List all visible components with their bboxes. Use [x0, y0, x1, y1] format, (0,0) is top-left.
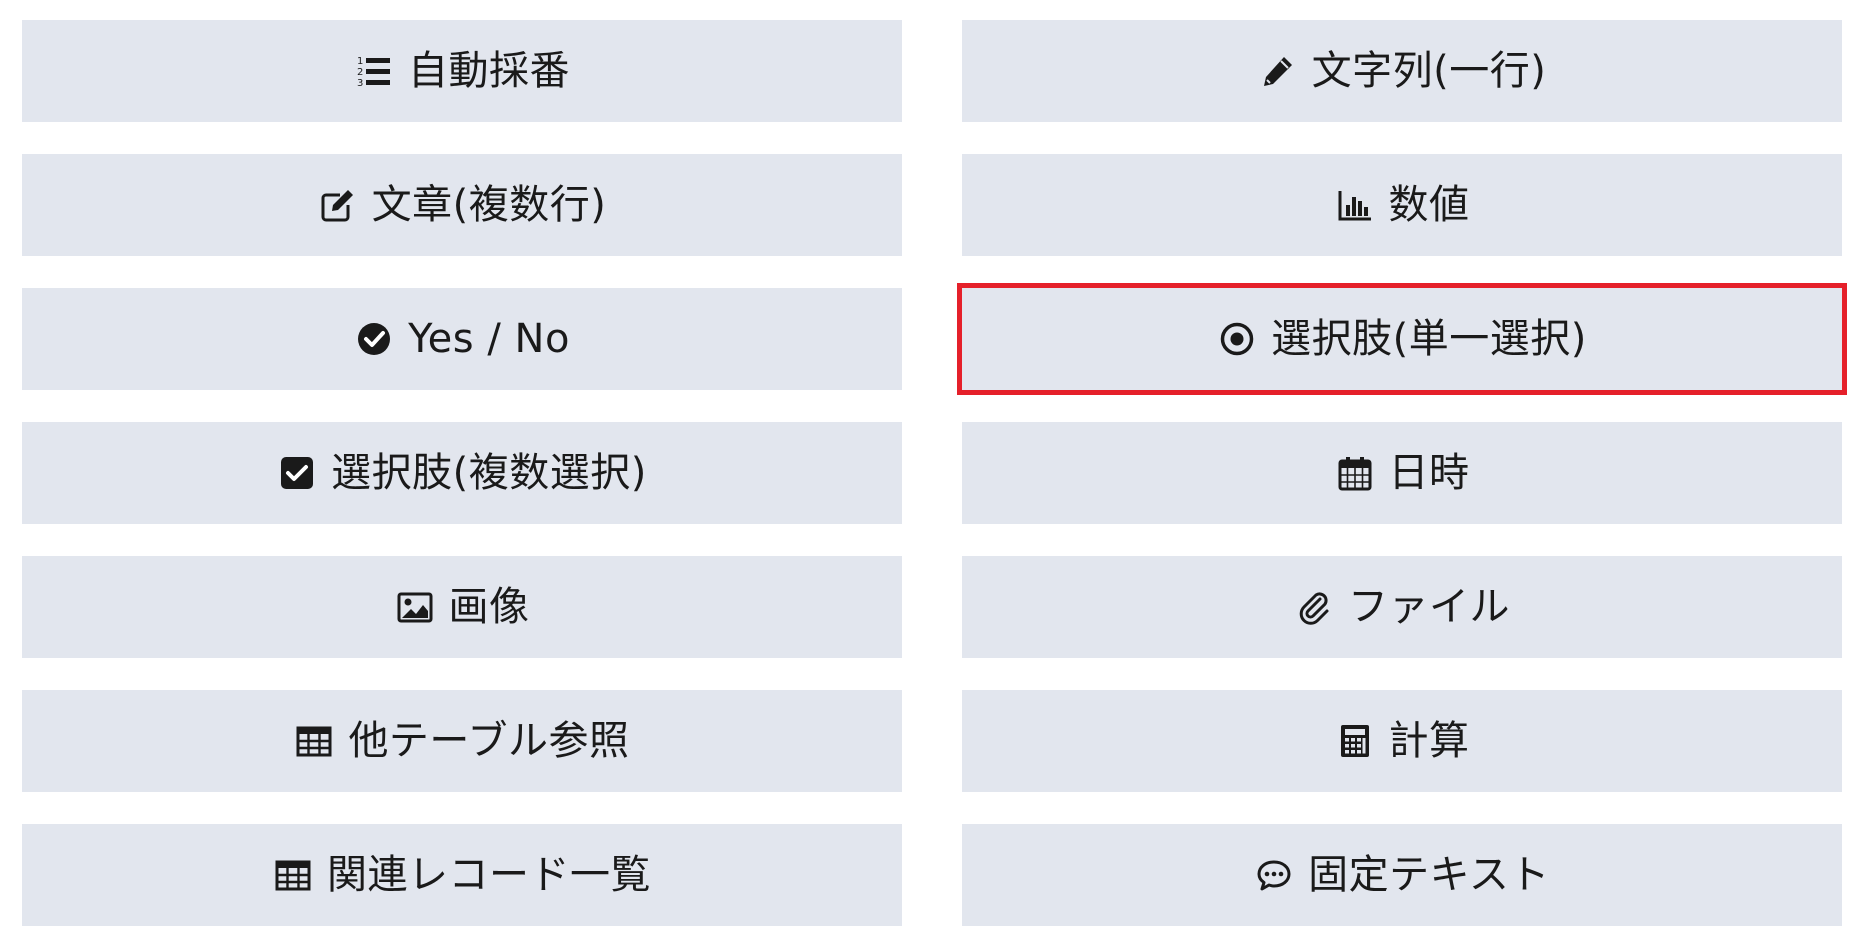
field-type-autonumber-button[interactable]: 1 2 3 自動採番 — [22, 20, 902, 122]
field-type-number-button[interactable]: 数値 — [962, 154, 1842, 256]
edit-icon — [318, 185, 358, 225]
comment-dots-icon — [1254, 855, 1294, 895]
field-type-grid: 1 2 3 自動採番 文字列(一行) 文章(複数行) 数値 Yes / No 選… — [22, 20, 1847, 926]
field-type-multi-line-text-button[interactable]: 文章(複数行) — [22, 154, 902, 256]
field-type-label: 日時 — [1388, 450, 1470, 496]
field-type-calculation-button[interactable]: 計算 — [962, 690, 1842, 792]
field-type-label: 計算 — [1388, 718, 1470, 764]
list-ol-icon: 1 2 3 — [354, 51, 394, 91]
field-type-label: 関連レコード一覧 — [327, 852, 651, 898]
svg-text:1: 1 — [357, 56, 363, 67]
table-icon — [294, 721, 334, 761]
image-icon — [395, 587, 435, 627]
field-type-multi-choice-button[interactable]: 選択肢(複数選択) — [22, 422, 902, 524]
field-type-label: 選択肢(複数選択) — [331, 450, 647, 496]
calendar-icon — [1335, 453, 1375, 493]
field-type-label: 文章(複数行) — [371, 182, 607, 228]
field-type-label: ファイル — [1348, 584, 1510, 630]
field-type-datetime-button[interactable]: 日時 — [962, 422, 1842, 524]
field-type-label: 選択肢(単一選択) — [1271, 316, 1587, 362]
field-type-yes-no-button[interactable]: Yes / No — [22, 288, 902, 390]
field-type-image-button[interactable]: 画像 — [22, 556, 902, 658]
field-type-label: 他テーブル参照 — [348, 718, 630, 764]
paperclip-icon — [1294, 587, 1334, 627]
svg-text:2: 2 — [357, 67, 363, 78]
field-type-label: 自動採番 — [408, 48, 570, 94]
field-type-fixed-text-button[interactable]: 固定テキスト — [962, 824, 1842, 926]
field-type-label: 数値 — [1388, 182, 1470, 228]
field-type-single-choice-button[interactable]: 選択肢(単一選択) — [957, 283, 1847, 395]
field-type-file-button[interactable]: ファイル — [962, 556, 1842, 658]
field-type-label: Yes / No — [408, 316, 570, 362]
bar-chart-icon — [1335, 185, 1375, 225]
field-type-label: 固定テキスト — [1308, 852, 1550, 898]
field-type-label: 画像 — [448, 584, 530, 630]
calculator-icon — [1335, 721, 1375, 761]
check-circle-icon — [354, 319, 394, 359]
field-type-lookup-button[interactable]: 他テーブル参照 — [22, 690, 902, 792]
check-square-icon — [277, 453, 317, 493]
dot-circle-icon — [1217, 319, 1257, 359]
field-type-related-records-button[interactable]: 関連レコード一覧 — [22, 824, 902, 926]
svg-text:3: 3 — [357, 78, 363, 89]
table-icon — [273, 855, 313, 895]
field-type-single-line-text-button[interactable]: 文字列(一行) — [962, 20, 1842, 122]
field-type-label: 文字列(一行) — [1311, 48, 1547, 94]
pencil-icon — [1258, 51, 1298, 91]
